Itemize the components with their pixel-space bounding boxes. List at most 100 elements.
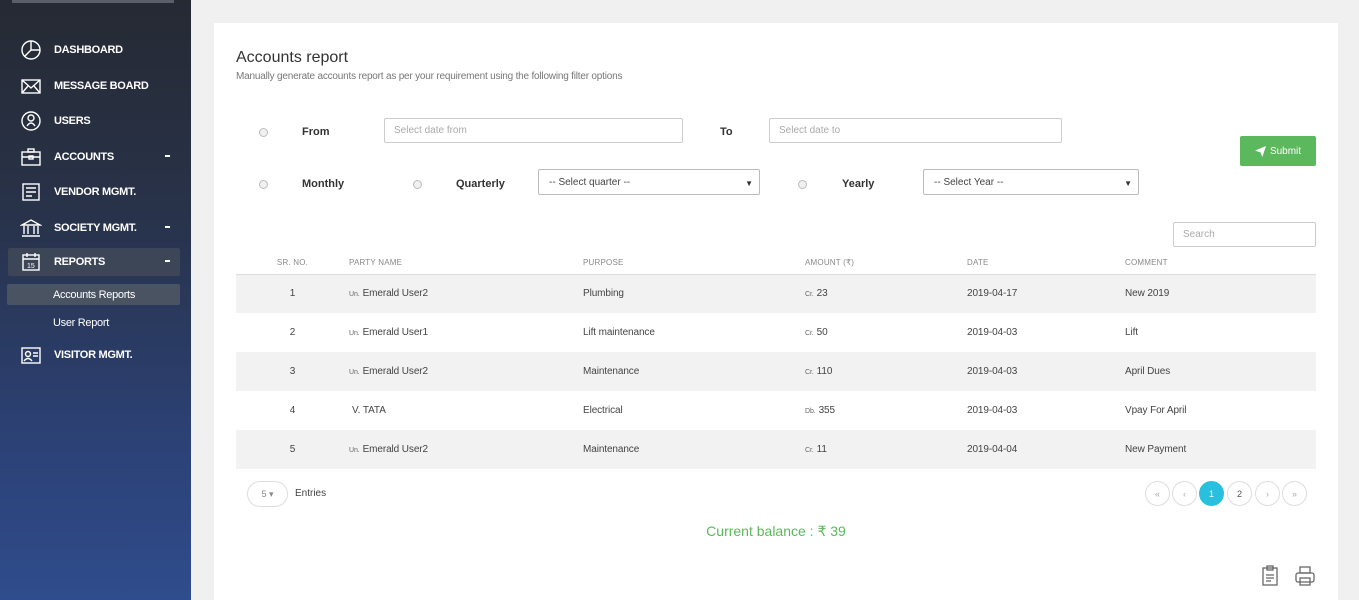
- cell-party: Un. Emerald User1: [349, 327, 428, 338]
- cell-purpose: Maintenance: [583, 352, 805, 391]
- yearly-label: Yearly: [842, 178, 875, 190]
- svg-text:15: 15: [27, 263, 35, 270]
- prev-page-button[interactable]: ‹: [1172, 481, 1197, 506]
- page-2-button[interactable]: 2: [1227, 481, 1252, 506]
- monthly-label: Monthly: [302, 178, 345, 190]
- sidebar: DASHBOARD MESSAGE BOARD USERS ACCOUNTS V…: [0, 0, 191, 600]
- page-1-button[interactable]: 1: [1199, 481, 1224, 506]
- cell-date: 2019-04-03: [967, 327, 1018, 338]
- clipboard-icon[interactable]: [1259, 565, 1281, 587]
- page-title: Accounts report: [236, 49, 349, 66]
- cell-sr: 4: [289, 405, 296, 416]
- cell-amount: Cr. 110: [805, 352, 967, 391]
- cell-purpose: Lift maintenance: [583, 327, 655, 338]
- envelope-icon: [20, 75, 42, 97]
- sidebar-item-dashboard[interactable]: DASHBOARD: [8, 36, 180, 64]
- date-to-input[interactable]: Select date to: [769, 118, 1062, 143]
- table-row: 1 Un. Emerald User2 Plumbing Cr. 23 2019-0…: [236, 274, 1316, 313]
- chevron-icon: [165, 155, 170, 157]
- cell-amount: Cr. 23: [805, 274, 967, 313]
- year-select[interactable]: -- Select Year -- ▼: [923, 169, 1139, 195]
- user-icon: [20, 110, 42, 132]
- cell-comment: Vpay For April: [1125, 405, 1187, 416]
- cell-party: Un. Emerald User2: [349, 430, 583, 469]
- next-page-button[interactable]: ›: [1255, 481, 1280, 506]
- sidebar-item-users[interactable]: USERS: [8, 107, 180, 135]
- table-header-row: SR. NO. PARTY NAME PURPOSE AMOUNT (₹) DA…: [236, 251, 1316, 275]
- bank-icon: [20, 217, 42, 239]
- cell-amount: Cr. 11: [805, 430, 967, 469]
- last-page-button[interactable]: »: [1282, 481, 1307, 506]
- sidebar-item-label: USERS: [54, 115, 91, 127]
- sidebar-subitem-user-report[interactable]: User Report: [7, 312, 180, 333]
- entries-select[interactable]: 5 ▾: [247, 481, 288, 507]
- table-row: 4 V. TATA Electrical Db. 355 2019-04-03 V…: [236, 391, 1316, 430]
- cell-comment: April Dues: [1125, 352, 1316, 391]
- cell-date: 2019-04-04: [967, 430, 1125, 469]
- dropdown-arrow-icon: ▼: [1124, 179, 1132, 188]
- cell-sr: 1: [236, 274, 349, 313]
- from-label: From: [302, 126, 330, 138]
- cell-sr: 5: [236, 430, 349, 469]
- sidebar-item-message-board[interactable]: MESSAGE BOARD: [8, 72, 180, 100]
- cell-purpose: Electrical: [583, 405, 623, 416]
- sidebar-item-society-mgmt[interactable]: SOCIETY MGMT.: [8, 214, 180, 242]
- sidebar-top-bar: [12, 0, 174, 3]
- year-select-value: -- Select Year --: [934, 176, 1004, 188]
- cell-date: 2019-04-03: [967, 352, 1125, 391]
- monthly-radio[interactable]: [259, 180, 268, 189]
- cell-comment: New Payment: [1125, 430, 1316, 469]
- date-from-input[interactable]: Select date from: [384, 118, 683, 143]
- cell-party: V. TATA: [352, 405, 386, 416]
- calendar-icon: 15: [20, 251, 42, 273]
- cell-amount: Cr. 50: [805, 327, 828, 338]
- chevron-icon: [165, 260, 170, 262]
- table-row: 3 Un. Emerald User2 Maintenance Cr. 110 20…: [236, 352, 1316, 391]
- header-sr-no[interactable]: SR. NO.: [236, 251, 349, 275]
- cell-amount: Db. 355: [805, 405, 835, 416]
- sidebar-item-vendor-mgmt[interactable]: VENDOR MGMT.: [8, 178, 180, 206]
- sidebar-item-label: ACCOUNTS: [54, 151, 114, 163]
- sidebar-item-visitor-mgmt[interactable]: VISITOR MGMT.: [8, 341, 180, 369]
- sidebar-item-label: VENDOR MGMT.: [54, 186, 136, 198]
- from-radio[interactable]: [259, 128, 268, 137]
- accounts-report-card: Accounts report Manually generate accoun…: [214, 23, 1338, 600]
- sidebar-subitem-accounts-reports[interactable]: Accounts Reports: [7, 284, 180, 305]
- print-icon[interactable]: [1294, 565, 1316, 587]
- header-comment[interactable]: COMMENT: [1125, 251, 1316, 275]
- quarter-select[interactable]: -- Select quarter -- ▼: [538, 169, 760, 195]
- send-icon: [1254, 145, 1266, 157]
- header-party-name[interactable]: PARTY NAME: [349, 251, 583, 275]
- sidebar-item-reports[interactable]: 15 REPORTS: [8, 248, 180, 276]
- cell-comment: New 2019: [1125, 274, 1316, 313]
- cell-purpose: Maintenance: [583, 430, 805, 469]
- sidebar-item-label: REPORTS: [54, 256, 106, 268]
- sidebar-item-label: SOCIETY MGMT.: [54, 222, 137, 234]
- quarterly-radio[interactable]: [413, 180, 422, 189]
- search-input[interactable]: Search: [1173, 222, 1316, 247]
- first-page-button[interactable]: «: [1145, 481, 1170, 506]
- cell-party: Un. Emerald User2: [349, 352, 583, 391]
- cell-sr: 2: [289, 327, 296, 338]
- cell-comment: Lift: [1125, 327, 1138, 338]
- cell-party: Un. Emerald User2: [349, 274, 583, 313]
- sidebar-item-label: DASHBOARD: [54, 44, 123, 56]
- cell-purpose: Plumbing: [583, 274, 805, 313]
- sidebar-item-accounts[interactable]: ACCOUNTS: [8, 143, 180, 171]
- sidebar-item-label: MESSAGE BOARD: [54, 80, 149, 92]
- current-balance: Current balance : ₹ 39: [706, 523, 846, 539]
- header-date[interactable]: DATE: [967, 251, 1125, 275]
- sidebar-item-label: VISITOR MGMT.: [54, 349, 133, 361]
- header-amount[interactable]: AMOUNT (₹): [805, 251, 967, 275]
- quarter-select-value: -- Select quarter --: [549, 176, 631, 188]
- entries-label: Entries: [295, 488, 327, 499]
- quarterly-label: Quarterly: [456, 178, 505, 190]
- submit-button[interactable]: Submit: [1240, 136, 1316, 166]
- pie-chart-icon: [20, 39, 42, 61]
- chevron-icon: [165, 226, 170, 228]
- yearly-radio[interactable]: [798, 180, 807, 189]
- briefcase-icon: [20, 146, 42, 168]
- cell-sr: 3: [236, 352, 349, 391]
- to-label: To: [720, 126, 733, 138]
- header-purpose[interactable]: PURPOSE: [583, 251, 805, 275]
